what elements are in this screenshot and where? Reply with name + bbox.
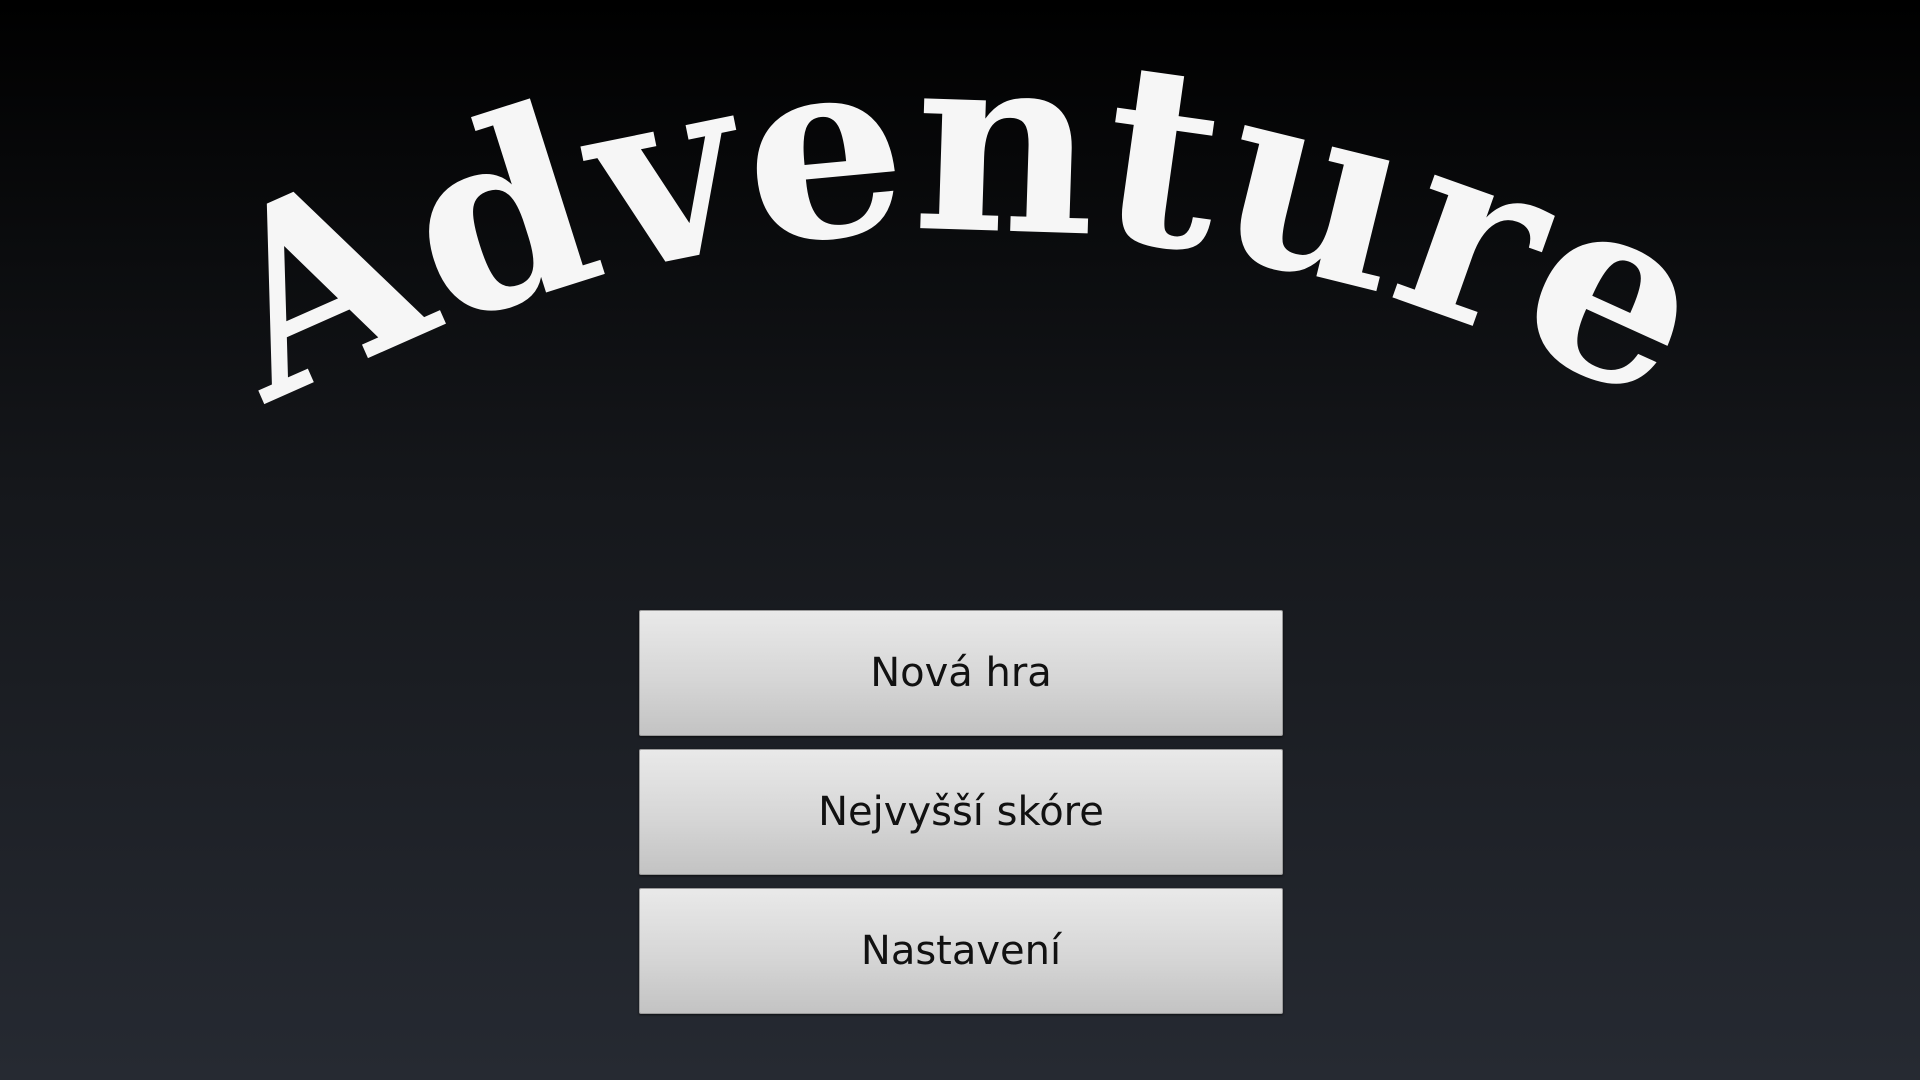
new-game-button[interactable]: Nová hra [639, 610, 1283, 736]
new-game-label: Nová hra [870, 650, 1052, 696]
high-scores-button[interactable]: Nejvyšší skóre [639, 749, 1283, 875]
game-title-text: Adventure [169, 0, 1751, 458]
game-title-logo: Adventure [169, 0, 1751, 458]
settings-label: Nastavení [860, 928, 1062, 974]
settings-button[interactable]: Nastavení [639, 888, 1283, 1014]
game-title: Adventure [169, 0, 1751, 458]
main-menu: Nová hra Nejvyšší skóre Nastavení [639, 610, 1283, 1027]
high-scores-label: Nejvyšší skóre [818, 789, 1104, 835]
